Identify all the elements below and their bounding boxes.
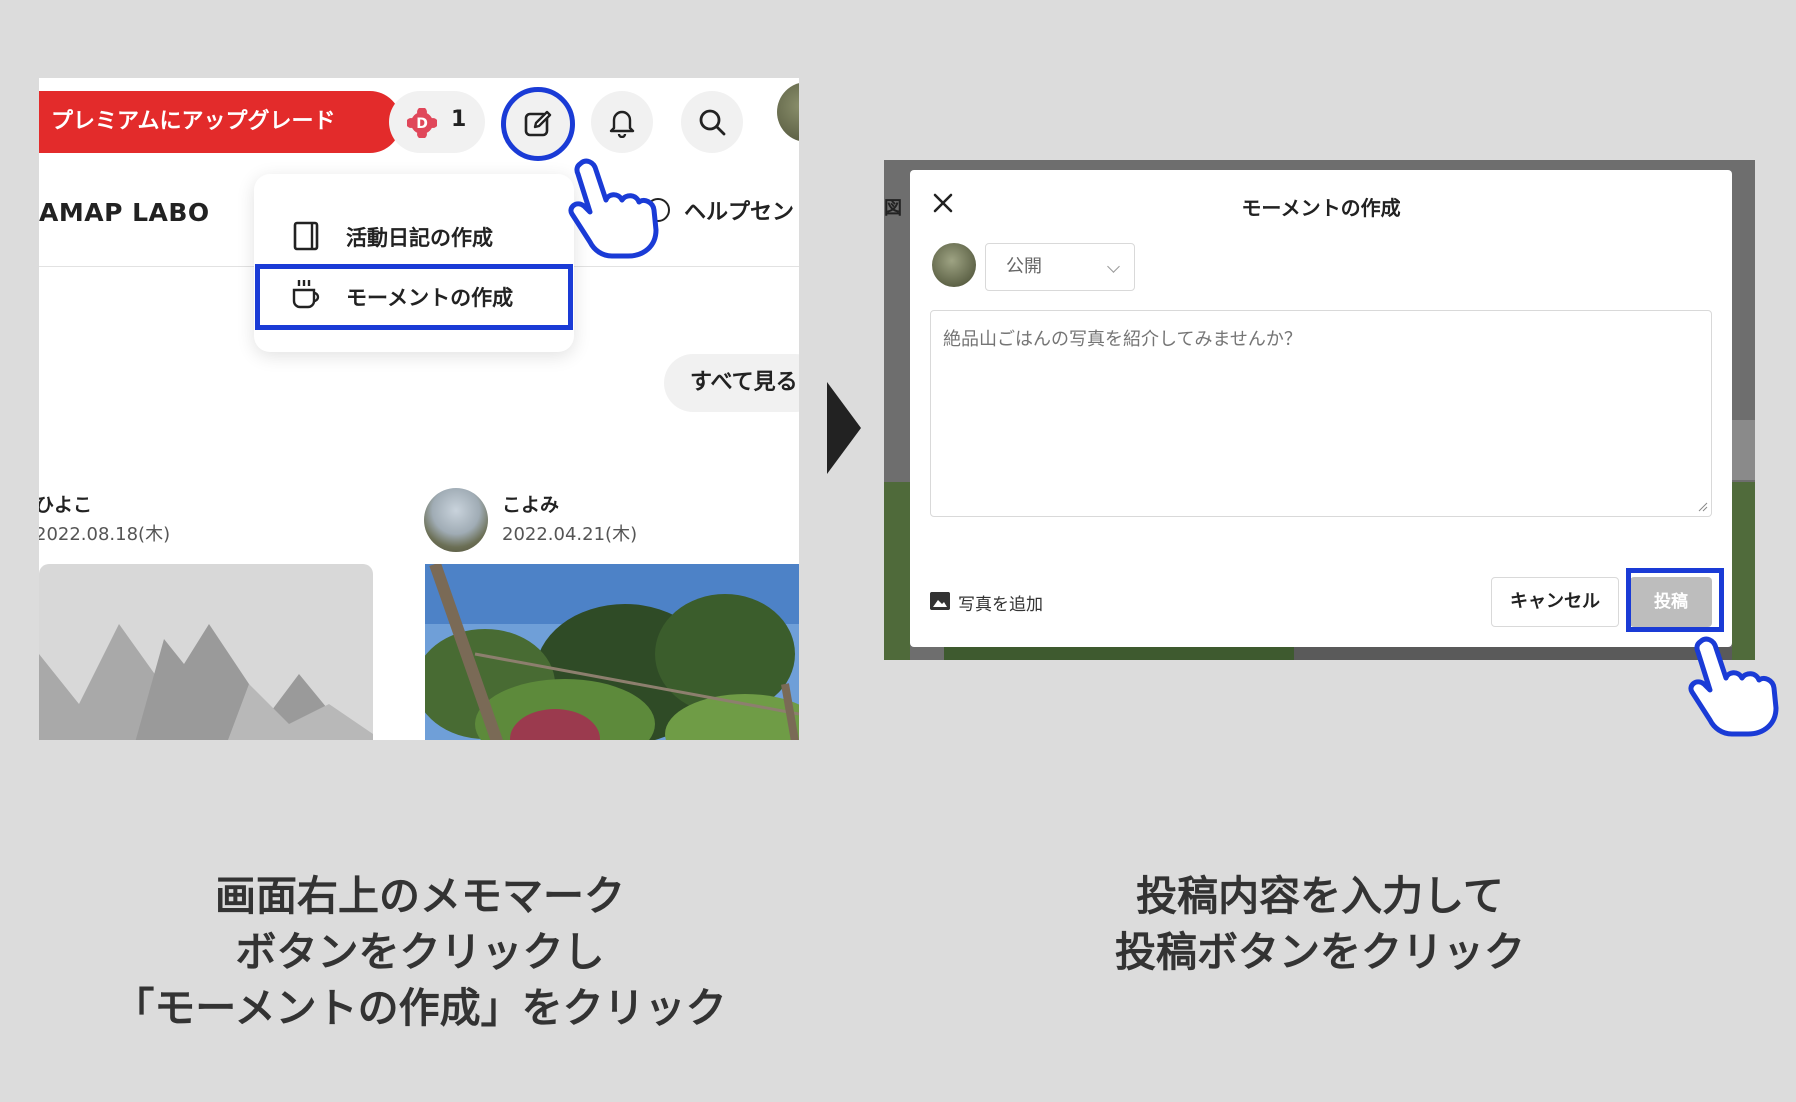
menu-item-activity-diary[interactable]: 活動日記の作成 [346, 222, 493, 252]
caption-line: 投稿ボタンをクリック [1115, 928, 1525, 976]
chevron-down-icon [1107, 260, 1120, 273]
pointer-hand-icon-2 [1688, 636, 1779, 737]
left-screenshot: プレミアムにアップグレード D 1 AMAP LABO ヘルプセン 活動日記の作… [39, 78, 799, 740]
bell-icon [609, 110, 635, 138]
post-date-hiyoko: 2022.08.18(木) [39, 524, 171, 545]
modal-title: モーメントの作成 [1241, 196, 1401, 220]
user-avatar[interactable] [777, 82, 799, 142]
post-highlight-box [1626, 568, 1724, 632]
diary-book-icon [293, 221, 319, 251]
image-icon[interactable] [930, 592, 950, 610]
pointer-hand-icon [568, 158, 659, 259]
forest-photo[interactable] [425, 564, 799, 740]
post-date-koyomi: 2022.04.21(木) [502, 524, 638, 545]
see-all-button[interactable]: すべて見る [664, 354, 799, 412]
user-name-koyomi[interactable]: こよみ [502, 490, 559, 517]
caption-line: ボタンをクリックし [235, 928, 605, 976]
mountain-icon [39, 624, 373, 740]
visibility-select[interactable]: 公開 [985, 243, 1135, 291]
site-logo[interactable]: AMAP LABO [39, 198, 210, 227]
moment-highlight-box [255, 264, 573, 330]
left-step-caption: 画面右上のメモマーク ボタンをクリックし 「モーメントの作成」をクリック [60, 868, 780, 1036]
resize-grip-icon[interactable] [1698, 502, 1708, 512]
dpoint-count: 1 [451, 107, 467, 132]
dpoint-icon: D [407, 108, 437, 138]
search-icon [699, 109, 726, 136]
memo-edit-button[interactable] [501, 87, 575, 161]
user-name-hiyoko[interactable]: ひよこ [39, 490, 92, 517]
notification-button[interactable] [591, 91, 653, 153]
caption-line: 投稿内容を入力して [1136, 872, 1504, 920]
right-screenshot: モーメントの作成 公開 写真を追加 キャンセル 投稿 [884, 160, 1755, 660]
right-step-caption: 投稿内容を入力して 投稿ボタンをクリック [950, 868, 1690, 980]
visibility-value: 公開 [1006, 256, 1042, 277]
add-photo-button[interactable]: 写真を追加 [958, 590, 1043, 615]
search-button[interactable] [681, 91, 743, 153]
dpoint-button[interactable]: D 1 [389, 91, 485, 153]
premium-upgrade-button[interactable]: プレミアムにアップグレード [39, 91, 401, 153]
cancel-button[interactable]: キャンセル [1491, 577, 1619, 627]
create-moment-modal: モーメントの作成 公開 写真を追加 キャンセル 投稿 [910, 170, 1732, 647]
background-label: 図 [884, 198, 902, 219]
edit-icon [524, 110, 552, 137]
caption-line: 画面右上のメモマーク [215, 872, 625, 920]
avatar [932, 243, 976, 287]
caption-line: 「モーメントの作成」をクリック [113, 984, 727, 1032]
svg-text:D: D [416, 116, 428, 132]
mountain-placeholder-image[interactable] [39, 564, 373, 740]
next-step-arrow-icon [827, 382, 861, 474]
moment-text-input[interactable] [930, 310, 1712, 517]
help-center-link[interactable]: ヘルプセン [684, 194, 794, 226]
avatar-koyomi[interactable] [424, 488, 488, 552]
forest-photo-art [425, 564, 799, 740]
